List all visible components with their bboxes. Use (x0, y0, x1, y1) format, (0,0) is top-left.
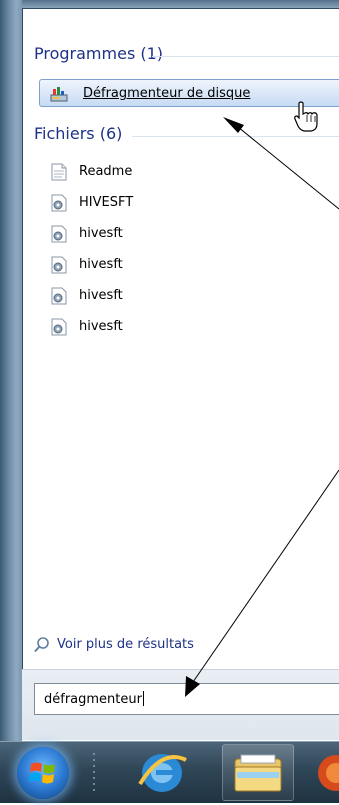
system-file-icon (51, 194, 67, 212)
hand-cursor-icon (294, 101, 318, 132)
files-group-divider (132, 136, 339, 137)
start-menu-top-frame (0, 0, 339, 8)
system-file-icon (51, 225, 67, 243)
start-menu-left-frame (0, 0, 22, 741)
start-button[interactable] (17, 747, 69, 799)
folder-icon (234, 754, 282, 792)
programs-group-divider (152, 56, 339, 57)
defrag-icon (50, 87, 68, 102)
see-more-results-label: Voir plus de résultats (57, 637, 194, 652)
start-menu-results-panel (22, 8, 339, 740)
file-item-readme[interactable]: Readme (51, 160, 251, 184)
file-explorer-button[interactable] (222, 744, 294, 801)
file-item-label: hivesft (79, 257, 123, 272)
text-caret (142, 691, 144, 706)
result-item-label: Défragmenteur de disque (83, 86, 251, 101)
file-item-hivesft-4[interactable]: hivesft (51, 315, 251, 339)
file-item-label: hivesft (79, 226, 123, 241)
system-file-icon (51, 256, 67, 274)
system-file-icon (51, 318, 67, 336)
ie-icon (138, 754, 187, 792)
files-group-header[interactable]: Fichiers (6) (34, 124, 122, 143)
file-item-label: hivesft (79, 288, 123, 303)
file-item-hivesft-upper[interactable]: HIVESFT (51, 191, 251, 215)
internet-explorer-button[interactable] (110, 744, 214, 801)
system-file-icon (51, 287, 67, 305)
taskbar (0, 741, 339, 803)
windows-orb-icon (29, 762, 55, 784)
file-item-label: Readme (79, 164, 133, 179)
see-more-results-link[interactable]: Voir plus de résultats (33, 634, 233, 656)
media-player-icon (318, 755, 339, 791)
file-item-hivesft-3[interactable]: hivesft (51, 284, 251, 308)
file-item-hivesft-1[interactable]: hivesft (51, 222, 251, 246)
file-item-label: HIVESFT (79, 195, 134, 210)
programs-group-header[interactable]: Programmes (1) (34, 44, 163, 63)
media-player-button[interactable] (304, 744, 339, 801)
search-input-value: défragmenteur (44, 692, 142, 707)
search-input[interactable]: défragmenteur (34, 683, 339, 715)
file-item-hivesft-2[interactable]: hivesft (51, 253, 251, 277)
search-icon (34, 637, 49, 653)
file-item-label: hivesft (79, 319, 123, 334)
taskbar-gripper[interactable] (92, 748, 98, 798)
text-file-icon (51, 163, 67, 181)
